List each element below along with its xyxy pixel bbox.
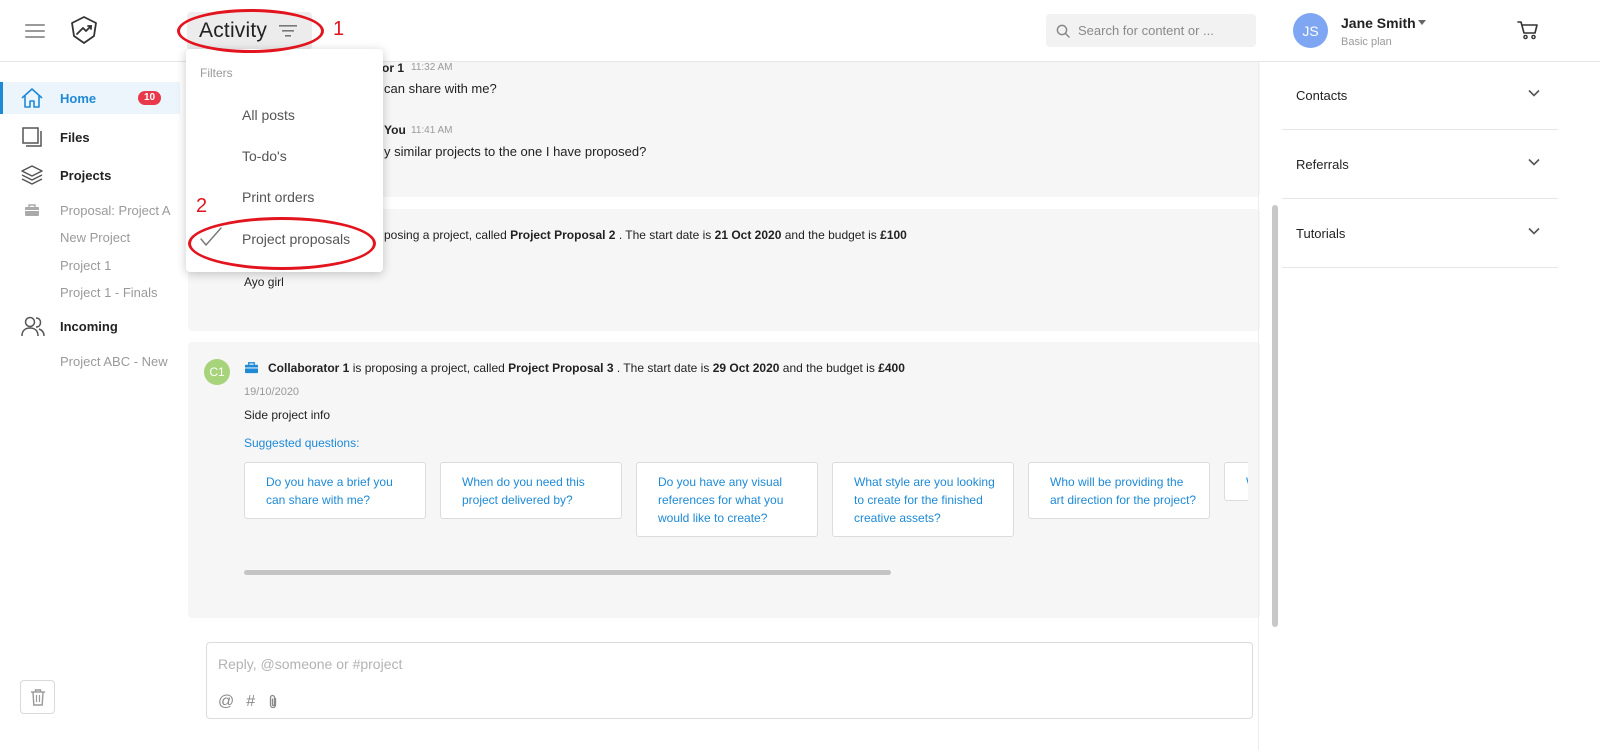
suggested-question[interactable]: Who will be providing the art direction …	[1028, 462, 1210, 519]
sidebar: Home 10 Files Projects Proposal: Project…	[0, 62, 180, 750]
notification-badge: 10	[138, 91, 162, 105]
sidebar-item-incoming[interactable]: Incoming	[0, 310, 180, 342]
annotation-number: 2	[196, 195, 208, 217]
sidebar-item-label: Home	[60, 90, 97, 106]
sidebar-project-item[interactable]: Project 1 - Finals	[60, 285, 158, 300]
chevron-down-icon	[1528, 158, 1540, 166]
accordion-label: Referrals	[1296, 157, 1349, 172]
proposal-start-label: . The start date is	[618, 228, 712, 242]
sidebar-item-projects[interactable]: Projects	[0, 159, 180, 191]
suggested-question[interactable]: What style are you looking to create for…	[832, 462, 1014, 537]
proposal-date: 21 Oct 2020	[714, 228, 782, 242]
sidebar-item-files[interactable]: Files	[0, 121, 180, 153]
search-input[interactable]: Search for content or ...	[1046, 14, 1256, 47]
proposal-budget: £100	[880, 228, 907, 242]
search-icon	[1056, 24, 1070, 38]
right-panel-divider	[1258, 62, 1259, 750]
search-placeholder: Search for content or ...	[1078, 23, 1214, 38]
message-author: You	[384, 123, 406, 137]
annotation-circle	[177, 9, 324, 53]
sidebar-project-item[interactable]: Proposal: Project A	[60, 203, 171, 218]
briefcase-icon	[244, 361, 259, 374]
proposal-author[interactable]: Collaborator 1	[268, 361, 349, 375]
hashtag-icon[interactable]: #	[246, 693, 255, 711]
proposal-budget-label: and the budget is	[784, 228, 877, 242]
users-icon	[20, 315, 46, 337]
proposal-intro: posing a project, called	[384, 228, 507, 242]
proposal-summary: posing a project, called Project Proposa…	[384, 228, 907, 242]
user-plan: Basic plan	[1341, 36, 1392, 48]
accordion-referrals[interactable]: Referrals	[1282, 130, 1558, 199]
proposal-start-label: . The start date is	[616, 361, 710, 375]
sidebar-incoming-item[interactable]: Project ABC - New	[60, 354, 168, 369]
accordion-tutorials[interactable]: Tutorials	[1282, 199, 1558, 268]
proposal-project: Project Proposal 3	[508, 361, 614, 375]
trash-icon	[30, 688, 46, 706]
briefcase-icon	[24, 203, 40, 217]
filter-option-todos[interactable]: To-do's	[242, 148, 287, 164]
sidebar-item-label: Files	[60, 129, 90, 145]
message-time: 11:41 AM	[411, 125, 453, 136]
proposal-summary: Collaborator 1 is proposing a project, c…	[268, 361, 905, 375]
home-icon	[20, 87, 44, 109]
suggested-question[interactable]: Do you have a brief you can share with m…	[244, 462, 426, 519]
filter-option-print-orders[interactable]: Print orders	[242, 189, 314, 205]
message-text: can share with me?	[384, 81, 497, 96]
suggested-question[interactable]: When do you need this project delivered …	[440, 462, 622, 519]
accordion-contacts[interactable]: Contacts	[1282, 61, 1558, 130]
proposal-body: Ayo girl	[244, 275, 284, 289]
trash-button[interactable]	[20, 680, 55, 714]
app-logo-icon[interactable]	[68, 14, 100, 46]
suggested-questions-title: Suggested questions:	[244, 436, 360, 450]
cart-icon[interactable]	[1517, 20, 1539, 40]
sidebar-project-item[interactable]: New Project	[60, 230, 130, 245]
accordion-label: Contacts	[1296, 88, 1348, 103]
layers-icon	[20, 164, 44, 186]
suggested-questions-list: Do you have a brief you can share with m…	[244, 462, 1248, 542]
suggested-question[interactable]: Do you have any visual references for wh…	[636, 462, 818, 537]
proposal-body: Side project info	[244, 408, 331, 422]
message-time: 11:32 AM	[411, 62, 453, 73]
avatar[interactable]: C1	[204, 359, 230, 385]
menu-icon[interactable]	[25, 24, 45, 38]
proposal-budget: £400	[878, 361, 905, 375]
chevron-down-icon	[1528, 227, 1540, 235]
filters-title: Filters	[200, 66, 233, 80]
proposal-project: Project Proposal 2	[510, 228, 616, 242]
vertical-scrollbar[interactable]	[1272, 205, 1278, 627]
proposal-intro: is proposing a project, called	[352, 361, 505, 375]
annotation-number: 1	[333, 18, 345, 40]
message-text: y similar projects to the one I have pro…	[384, 144, 647, 159]
caret-down-icon[interactable]	[1418, 20, 1426, 25]
message-author: or 1	[382, 61, 405, 75]
reply-placeholder: Reply, @someone or #project	[218, 656, 403, 672]
chevron-down-icon	[1528, 89, 1540, 97]
suggested-question[interactable]: W… a…	[1224, 462, 1248, 501]
paperclip-icon[interactable]	[267, 694, 279, 710]
mention-icon[interactable]: @	[218, 693, 234, 711]
proposal-budget-label: and the budget is	[782, 361, 875, 375]
annotation-circle	[188, 217, 376, 270]
horizontal-scrollbar[interactable]	[244, 570, 891, 575]
proposal-date: 29 Oct 2020	[712, 361, 780, 375]
filter-option-all-posts[interactable]: All posts	[242, 107, 295, 123]
accordion-label: Tutorials	[1296, 226, 1346, 241]
sidebar-item-home[interactable]: Home 10	[0, 82, 180, 114]
user-name[interactable]: Jane Smith	[1341, 15, 1416, 31]
sidebar-item-label: Projects	[60, 167, 112, 183]
proposal-date-posted: 19/10/2020	[244, 386, 300, 398]
reply-input[interactable]: Reply, @someone or #project @ #	[206, 642, 1253, 719]
reply-toolbar: @ #	[218, 693, 279, 711]
files-icon	[20, 126, 44, 148]
sidebar-item-label: Incoming	[60, 318, 118, 334]
sidebar-project-item[interactable]: Project 1	[60, 258, 111, 273]
user-avatar[interactable]: JS	[1293, 13, 1328, 48]
